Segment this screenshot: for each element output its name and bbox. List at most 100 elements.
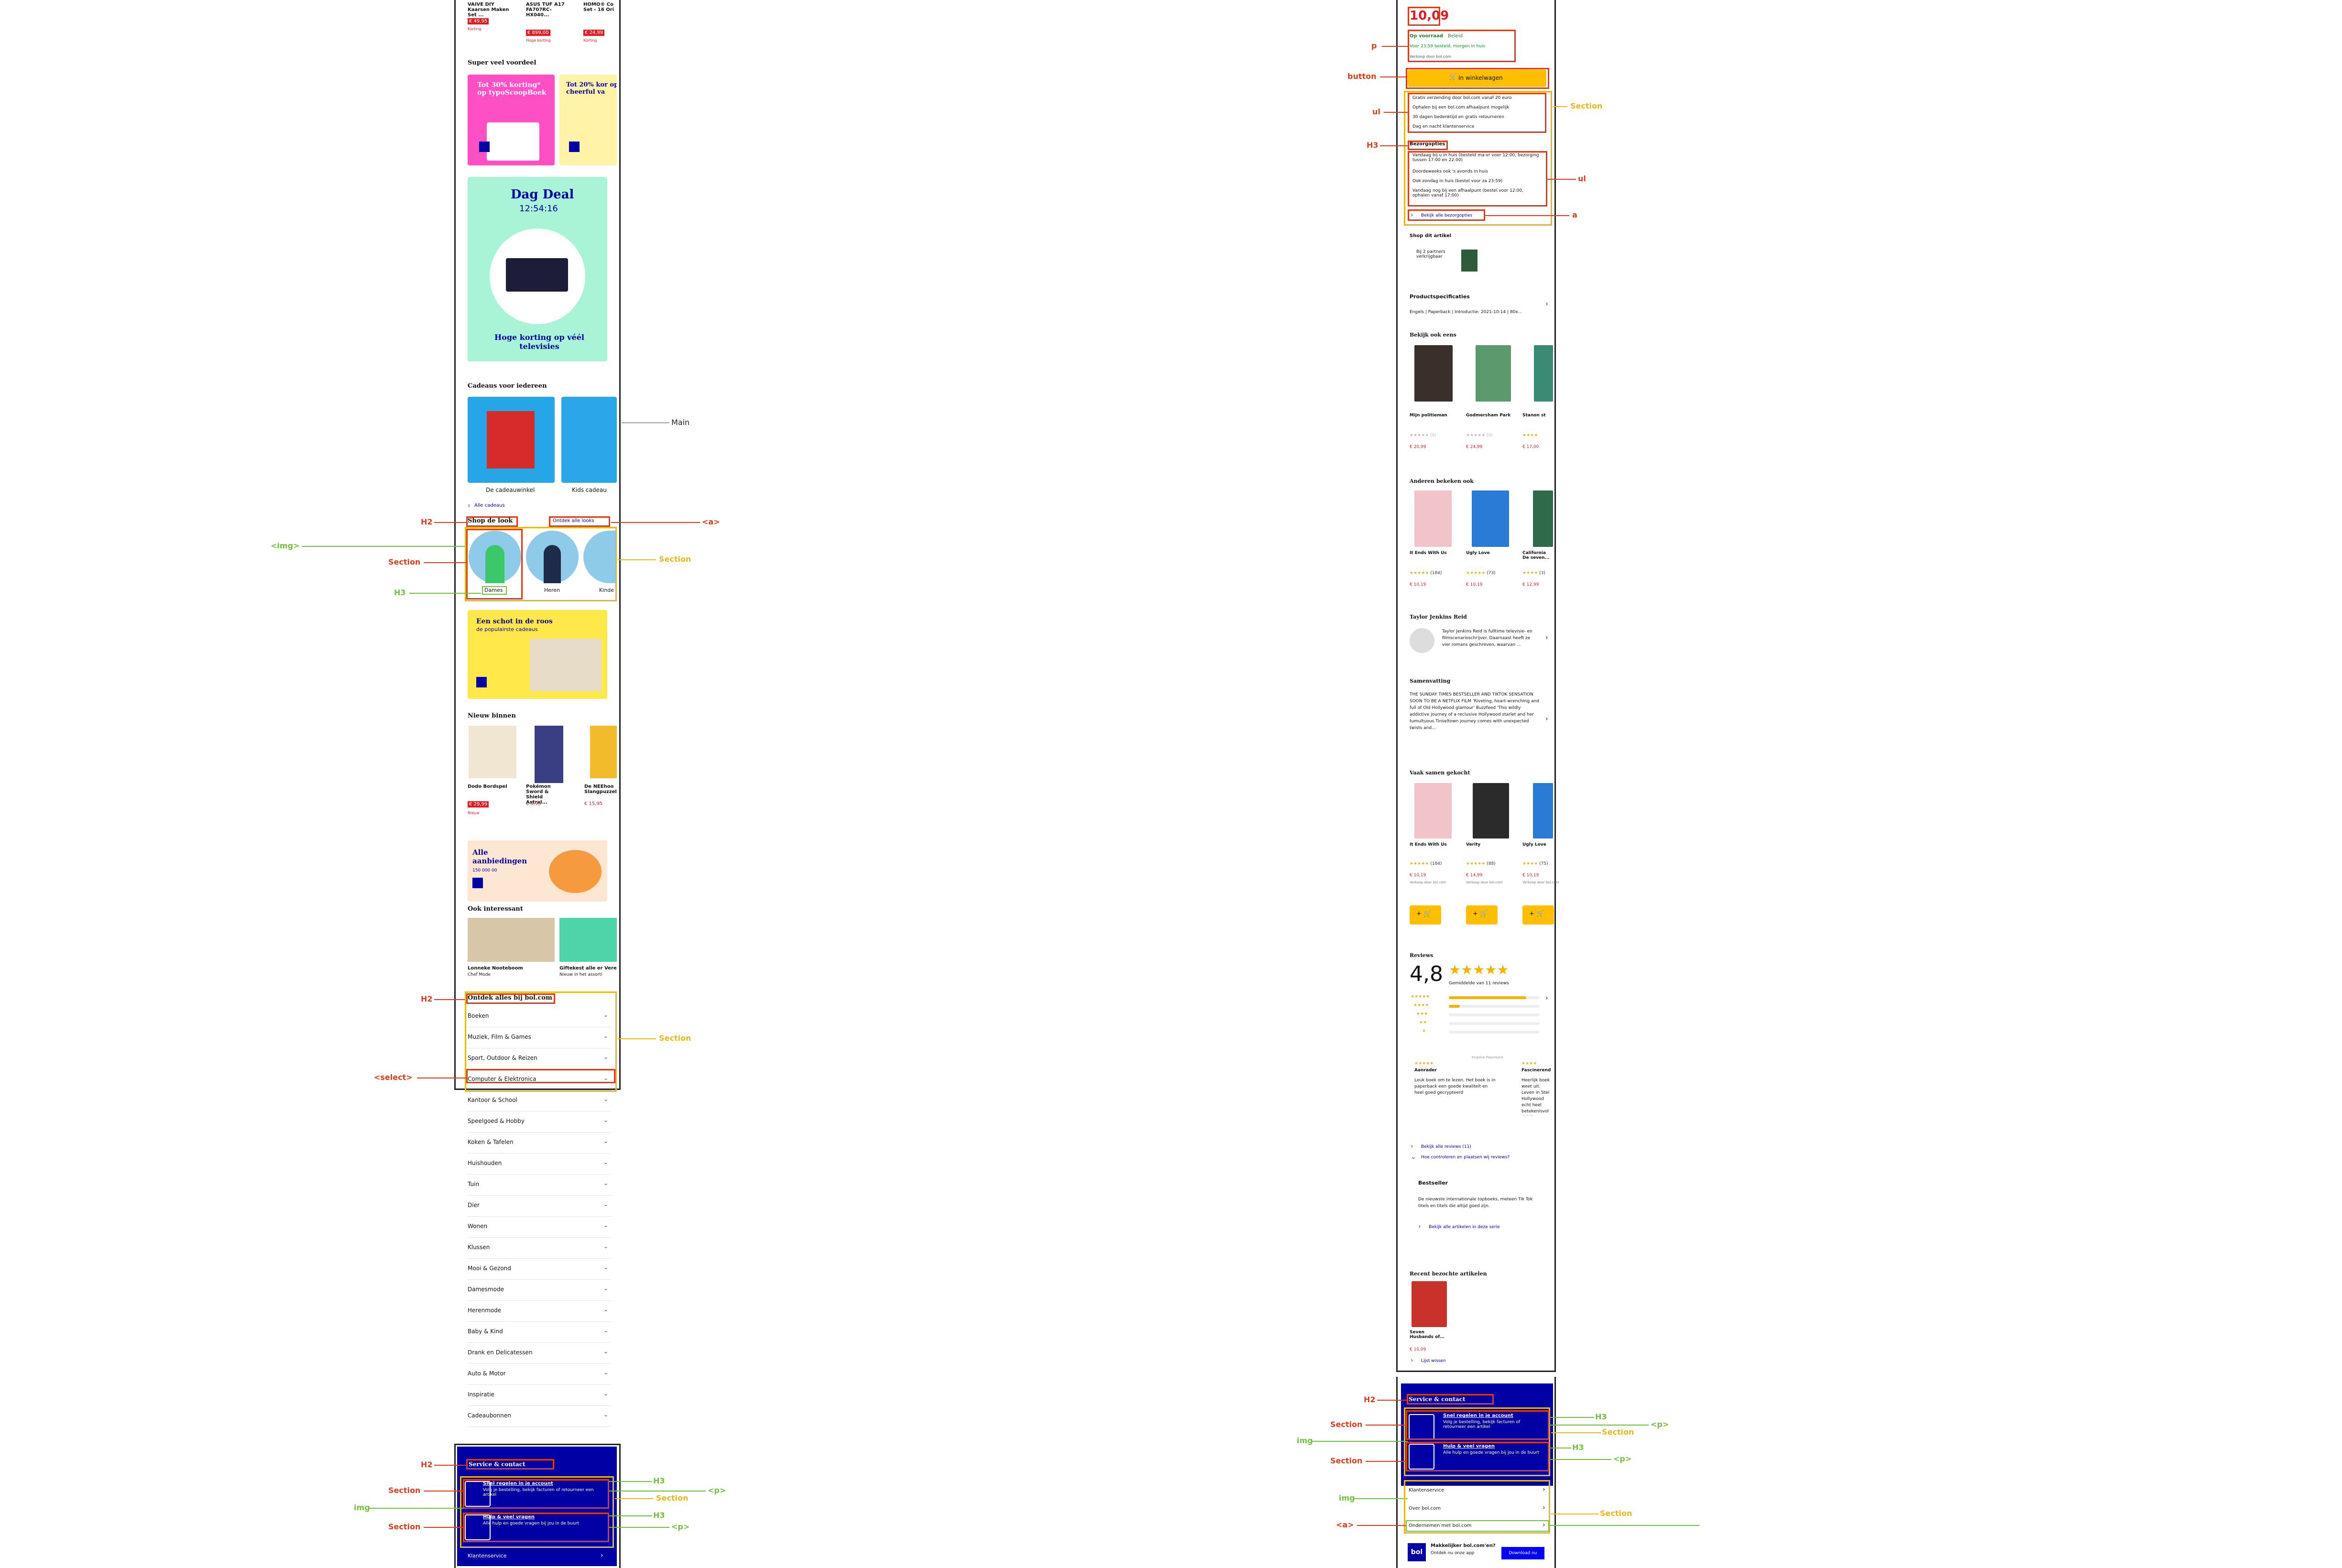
book-title[interactable]: Ugly Love [1466, 551, 1490, 555]
chevron-right-icon[interactable]: › [1545, 634, 1548, 642]
product-name[interactable]: Dodo Bordspel [468, 784, 507, 789]
product-image[interactable] [590, 726, 617, 778]
clear-list-link[interactable]: Lijst wissen [1421, 1359, 1446, 1363]
partners-info[interactable]: Bij 2 partners verkrijgbaar [1416, 250, 1455, 259]
section-title: Taylor Jenkins Reid [1410, 614, 1467, 620]
product-price: € 899,00 [526, 30, 550, 36]
review-meta: Engelse Paperback [1472, 1056, 1504, 1059]
add-to-cart-button[interactable]: + 🛒 [1410, 905, 1441, 925]
product-name[interactable]: HOMO® Co Set - 16 Ori [583, 2, 617, 12]
promo-card[interactable]: Tot 30% korting* op typoScoopBoek [468, 75, 555, 165]
dagdeal-card[interactable]: Dag Deal 12:54:16 Hoge korting op véél t… [468, 177, 607, 361]
book-title[interactable]: Stanon st [1522, 413, 1546, 418]
book-title[interactable]: Verity [1466, 842, 1480, 847]
alle-cadeaus-link[interactable]: Alle cadeaus [474, 503, 505, 508]
schot-subtitle: de populairste cadeaus [476, 626, 538, 632]
product-price: € 49,95 [468, 18, 489, 24]
book-cover[interactable] [1414, 783, 1452, 838]
interessant-image[interactable] [559, 918, 617, 962]
schot-card[interactable]: Een schot in de roos de populairste cade… [468, 610, 607, 699]
interessant-name[interactable]: Lonneke Nooteboom [468, 966, 523, 971]
category-select[interactable]: Dier ⌄ [468, 1195, 611, 1217]
chevron-down-icon: ⌄ [603, 1327, 608, 1334]
book-title[interactable]: Ugly Love [1522, 842, 1546, 847]
category-select[interactable]: Auto & Motor ⌄ [468, 1363, 611, 1385]
category-select[interactable]: Koken & Tafelen ⌄ [468, 1132, 611, 1154]
chevron-right-icon: › [1545, 300, 1548, 308]
cadeau-card[interactable] [468, 397, 555, 483]
category-select[interactable]: Inspiratie ⌄ [468, 1384, 611, 1406]
product-image[interactable] [469, 726, 516, 778]
reviews-link[interactable]: Hoe controleren en plaatsen wij reviews? [1421, 1155, 1510, 1160]
category-label: Mooi & Gezond [468, 1265, 511, 1272]
schot-title: Een schot in de roos [476, 618, 553, 625]
category-select[interactable]: Speelgoed & Hobby ⌄ [468, 1111, 611, 1132]
category-label: Damesmode [468, 1286, 504, 1293]
book-cover[interactable] [1533, 490, 1553, 547]
annotation-line [1384, 112, 1408, 113]
category-select[interactable]: Huishouden ⌄ [468, 1153, 611, 1175]
book-title[interactable]: California De seven... [1522, 551, 1551, 560]
category-select[interactable]: Wonen ⌄ [468, 1216, 611, 1238]
gift-image [487, 411, 535, 468]
category-select[interactable]: Baby & Kind ⌄ [468, 1321, 611, 1343]
category-select[interactable]: Damesmode ⌄ [468, 1279, 611, 1301]
book-cover[interactable] [1472, 490, 1509, 547]
book-cover[interactable] [1533, 783, 1553, 838]
section-title: Super veel voordeel [468, 59, 536, 66]
category-select[interactable]: Kantoor & School ⌄ [468, 1090, 611, 1111]
annotation-box [466, 516, 518, 527]
arrow-icon [479, 142, 490, 152]
book-title[interactable]: Godmersham Park [1466, 413, 1510, 418]
review-row-stars: ★★★★ [1413, 1003, 1429, 1008]
chevron-right-icon[interactable]: › [1545, 715, 1548, 723]
book-cover[interactable] [1412, 1281, 1447, 1327]
chevron-right-icon[interactable]: › [1545, 994, 1548, 1002]
bestseller-link[interactable]: Bekijk alle artikelen in deze serie [1429, 1225, 1500, 1230]
book-title[interactable]: It Ends With Us [1410, 842, 1447, 847]
book-cover[interactable] [1414, 345, 1453, 402]
klantenservice-link[interactable]: Klantenservice [468, 1553, 506, 1559]
annotation-section: Section [388, 1486, 421, 1495]
category-select[interactable]: Cadeaubonnen ⌄ [468, 1405, 611, 1427]
product-name[interactable]: ASUS TUF A17 FA707RC-HX040... [526, 2, 571, 18]
product-image[interactable] [535, 726, 563, 783]
category-select[interactable]: Herenmode ⌄ [468, 1300, 611, 1322]
chevron-down-icon: ⌄ [603, 1159, 608, 1165]
book-title[interactable]: Mijn politieman [1410, 413, 1447, 418]
add-to-cart-button[interactable]: + 🛒 [1522, 905, 1554, 925]
aanbiedingen-card[interactable]: Alle aanbiedingen 150 000 00 [468, 840, 607, 902]
book-cover[interactable] [1473, 783, 1509, 838]
annotation-line [434, 999, 468, 1000]
tv-image [506, 258, 568, 292]
chevron-down-icon: ⌄ [603, 1285, 608, 1292]
category-select[interactable]: Tuin ⌄ [468, 1174, 611, 1196]
arrow-icon [569, 142, 580, 152]
specs-title[interactable]: Productspecificaties [1410, 294, 1470, 300]
annotation-section: Section [659, 555, 691, 564]
cadeau-label: De cadeauwinkel [486, 487, 535, 493]
book-title[interactable]: Seven Husbands of... [1410, 1330, 1448, 1339]
product-name[interactable]: VAIVE DIY Kaarsen Maken Set ... [468, 2, 515, 18]
category-select[interactable]: Drank en Delicatessen ⌄ [468, 1342, 611, 1364]
review-author: Aanrader [1414, 1068, 1437, 1073]
category-select[interactable]: Mooi & Gezond ⌄ [468, 1258, 611, 1280]
category-label: Herenmode [468, 1307, 502, 1314]
annotation-line [1553, 106, 1567, 107]
reviews-link[interactable]: Bekijk alle reviews (11) [1421, 1144, 1471, 1149]
book-cover[interactable] [1534, 345, 1553, 402]
book-cover[interactable] [1476, 345, 1511, 402]
product-name[interactable]: De NEEhoo Slangpuzzel [584, 784, 617, 795]
interessant-sub: Nieuw in het assorti [559, 972, 602, 977]
interessant-name[interactable]: Giftekest alle er Vere [559, 966, 617, 971]
category-label: Auto & Motor [468, 1370, 506, 1377]
category-label: Tuin [468, 1181, 480, 1187]
interessant-image[interactable] [468, 918, 555, 962]
promo-card[interactable]: Tot 20% kor op cheerful va [559, 75, 617, 165]
download-app-button[interactable]: Download nu [1501, 1547, 1544, 1559]
add-to-cart-button[interactable]: + 🛒 [1466, 905, 1498, 925]
cadeau-card[interactable] [561, 397, 617, 483]
book-cover[interactable] [1414, 490, 1452, 547]
category-select[interactable]: Klussen ⌄ [468, 1237, 611, 1259]
book-title[interactable]: It Ends With Us [1410, 551, 1447, 555]
